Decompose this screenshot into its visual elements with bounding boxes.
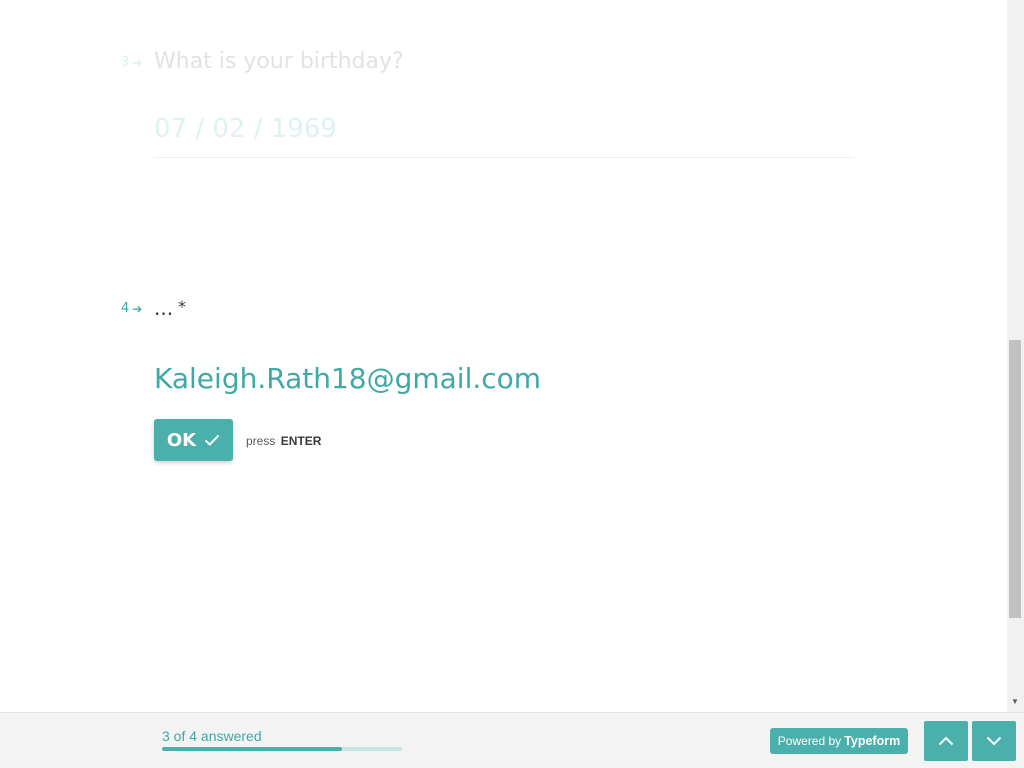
scroll-down-arrow-icon[interactable]: ▼ — [1011, 698, 1019, 706]
powered-by-prefix: Powered by — [777, 734, 842, 748]
check-icon — [204, 434, 220, 446]
birthday-date-input[interactable]: 07 / 02 / 1969 — [154, 114, 337, 144]
date-input-underline — [154, 157, 854, 158]
question-number-label: 3 — [121, 55, 130, 70]
ok-button[interactable]: OK — [154, 419, 233, 461]
progress-bar — [162, 747, 402, 751]
arrow-right-icon: ➔ — [132, 55, 143, 70]
powered-by-typeform-badge[interactable]: Powered by Typeform — [770, 728, 908, 754]
chevron-up-icon — [938, 734, 954, 749]
previous-question-button[interactable] — [924, 721, 968, 761]
question-4-number: 4 ➔ — [121, 301, 142, 316]
press-hint-prefix: press — [246, 434, 276, 448]
vertical-scrollbar[interactable]: ▼ — [1007, 0, 1024, 712]
email-input[interactable] — [154, 356, 854, 400]
progress-text: 3 of 4 answered — [162, 728, 262, 744]
typeform-viewport: 3 ➔ What is your birthday? 07 / 02 / 196… — [0, 0, 1024, 768]
required-marker: * — [178, 297, 186, 316]
question-4-title: ... — [154, 296, 174, 320]
question-3-title: What is your birthday? — [154, 49, 404, 74]
press-enter-hint: press ENTER — [246, 434, 321, 448]
chevron-down-icon — [986, 734, 1002, 749]
question-3-number: 3 ➔ — [121, 55, 142, 70]
progress-bar-fill — [162, 747, 342, 751]
scrollbar-thumb[interactable] — [1009, 340, 1021, 618]
arrow-right-icon: ➔ — [132, 301, 143, 316]
footer-bar: 3 of 4 answered Powered by Typeform — [0, 712, 1024, 768]
press-hint-key: ENTER — [280, 434, 322, 448]
ok-button-label: OK — [166, 429, 197, 451]
form-area: 3 ➔ What is your birthday? 07 / 02 / 196… — [0, 0, 1007, 712]
powered-by-brand: Typeform — [844, 734, 901, 748]
question-number-label: 4 — [121, 301, 130, 316]
next-question-button[interactable] — [972, 721, 1016, 761]
